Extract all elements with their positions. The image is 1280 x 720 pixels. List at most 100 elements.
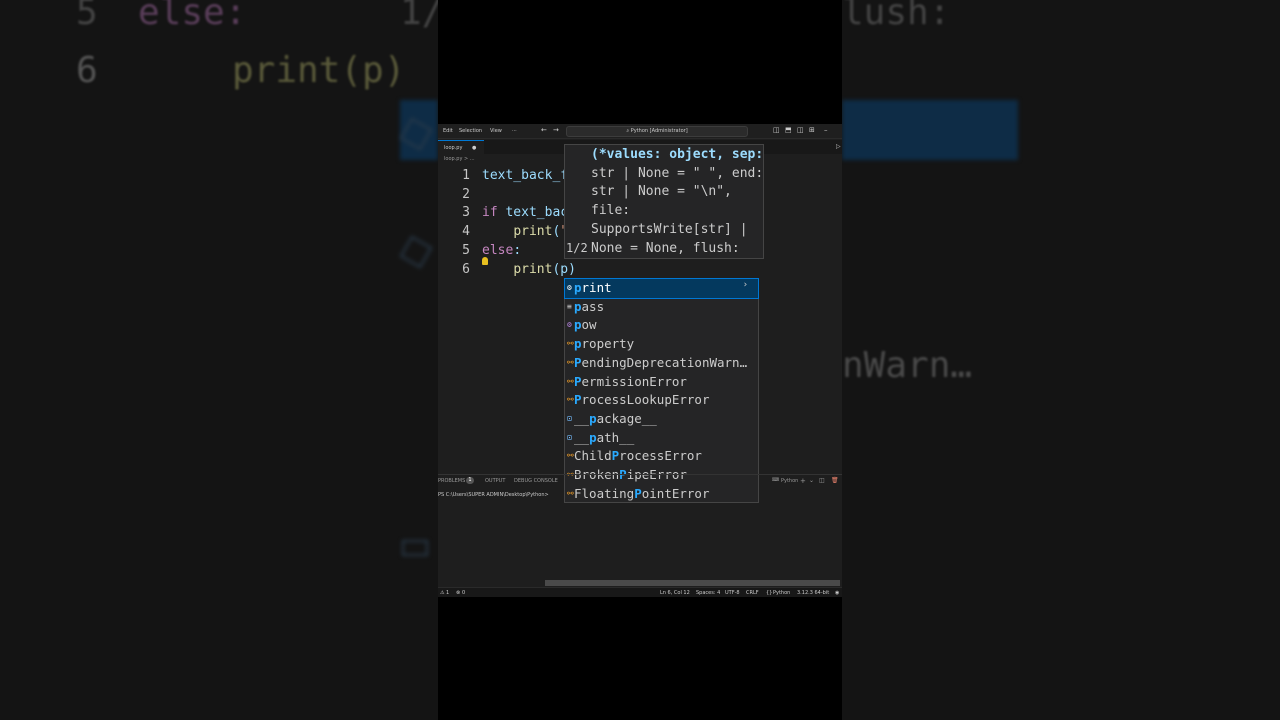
status-bar: ⚠ 1 ⊗ 0 Ln 6, Col 12 Spaces: 4 UTF-8 CRL…: [438, 587, 842, 597]
panel-tab-bar: PROBLEMS 1 OUTPUT DEBUG CONSOLE ⌨ Python…: [438, 474, 842, 487]
bg-print-text: print(p): [232, 50, 406, 91]
signature-line: None = None, flush:: [591, 240, 740, 256]
menu-edit[interactable]: Edit: [443, 128, 453, 134]
suggestion-label: __package__: [574, 410, 657, 426]
minimize-icon[interactable]: –: [824, 126, 828, 134]
line-number: 4: [462, 224, 470, 240]
breadcrumb[interactable]: loop.py > ...: [444, 156, 475, 162]
bg-flush-text: lush:: [842, 0, 951, 33]
signature-line: file:: [591, 203, 631, 219]
toggle-secondary-sidebar-icon[interactable]: ◫: [797, 126, 804, 134]
tab-loop-py[interactable]: loop.py ●: [438, 140, 484, 154]
code-line[interactable]: print(p): [482, 262, 576, 277]
new-terminal-icon[interactable]: +: [800, 477, 806, 485]
trash-icon[interactable]: 🗑: [831, 477, 839, 484]
code-line[interactable]: print(": [482, 224, 568, 239]
braces-icon: {}: [766, 590, 773, 596]
vscode-window: Edit Selection View ··· ← → ⌕ Python [Ad…: [438, 124, 842, 597]
suggestion-item-childprocesserror[interactable]: ⚯ ChildProcessError: [565, 447, 758, 466]
suggestion-item-permissionerror[interactable]: ⚯ PermissionError: [565, 373, 758, 392]
back-arrow-icon[interactable]: ←: [541, 126, 547, 134]
notifications-icon[interactable]: ◉: [835, 590, 839, 596]
warning-icon[interactable]: ⊗: [456, 590, 460, 596]
signature-page-indicator[interactable]: 1/2: [566, 241, 588, 255]
code-line[interactable]: if text_bac: [482, 205, 568, 220]
code-token: (p): [552, 261, 576, 277]
terminal-prompt[interactable]: PS C:\Users\SUPER ADMIN\Desktop\Python>: [438, 492, 549, 498]
match-highlight: P: [574, 373, 582, 389]
background-right: lush: nWarn…: [842, 0, 1280, 720]
suggestion-label: pow: [574, 317, 597, 333]
toggle-panel-icon[interactable]: ⬒: [785, 126, 792, 134]
unsaved-dot-icon[interactable]: ●: [472, 141, 476, 155]
match-highlight: p: [574, 336, 582, 352]
split-terminal-icon[interactable]: ◫: [819, 477, 825, 484]
code-token: text_back_f: [482, 168, 569, 183]
suggestion-item-floatingpointerror[interactable]: ⚯ FloatingPointError: [565, 485, 758, 504]
status-spaces[interactable]: Spaces: 4: [696, 590, 720, 596]
tab-output[interactable]: OUTPUT: [485, 478, 505, 484]
suggestion-item-processlookuperror[interactable]: ⚯ ProcessLookupError: [565, 391, 758, 410]
menu-selection[interactable]: Selection: [459, 128, 482, 134]
suggestion-widget[interactable]: ⚙ print › ≡ pass ⚙ pow ⚯ property ⚯ PendingDepreca…: [564, 278, 759, 503]
status-interpreter[interactable]: 3.12.3 64-bit: [797, 590, 829, 596]
error-icon[interactable]: ⚠: [440, 590, 444, 596]
bg-line-number-5: 5: [76, 0, 98, 33]
bg-variable-icon: [402, 540, 428, 556]
chevron-down-icon[interactable]: ⌄: [809, 477, 814, 484]
terminal-selector[interactable]: Python: [781, 478, 798, 484]
signature-help-popup: (*values: object, sep: str | None = " ", …: [564, 144, 764, 259]
code-token: :: [513, 242, 522, 258]
code-token: else: [482, 242, 514, 258]
run-icon[interactable]: ▷: [836, 143, 841, 150]
line-number: 1: [462, 168, 470, 183]
suggestion-item-pass[interactable]: ≡ pass: [565, 298, 758, 317]
signature-line: str | None = " ", end:: [591, 165, 764, 181]
suggestion-item-print[interactable]: ⚙ print ›: [564, 278, 759, 299]
toggle-sidebar-icon[interactable]: ◫: [773, 126, 780, 134]
suggestion-label: ChildProcessError: [574, 448, 702, 464]
layout-icon[interactable]: ⊞: [809, 126, 815, 134]
suggestion-item-pow[interactable]: ⚙ pow: [565, 316, 758, 335]
suggestion-label: PendingDeprecationWarn…: [574, 354, 748, 370]
status-position[interactable]: Ln 6, Col 12: [660, 590, 690, 596]
menu-view[interactable]: View: [490, 128, 502, 134]
code-line[interactable]: text_back_f: [482, 168, 568, 183]
line-number: 3: [462, 205, 470, 221]
suggestion-label: pass: [574, 298, 605, 314]
code-line[interactable]: else:: [482, 243, 521, 258]
horizontal-scrollbar[interactable]: [545, 580, 840, 586]
match-highlight: P: [574, 354, 582, 370]
bg-cube-icon-2: [399, 235, 433, 269]
lightbulb-icon[interactable]: [482, 257, 488, 265]
status-errors[interactable]: 1: [446, 590, 449, 596]
suggestion-item-pendingdeprecationwarn[interactable]: ⚯ PendingDeprecationWarn…: [565, 354, 758, 373]
menu-more[interactable]: ···: [512, 128, 517, 134]
status-warnings[interactable]: 0: [462, 590, 465, 596]
chevron-right-icon[interactable]: ›: [743, 279, 748, 295]
tab-debug-console[interactable]: DEBUG CONSOLE: [514, 478, 558, 484]
command-center[interactable]: ⌕ Python [Administrator]: [566, 126, 748, 137]
signature-line: str | None = "\n",: [591, 184, 732, 200]
signature-line: (*values: object, sep:: [591, 147, 764, 162]
status-eol[interactable]: CRLF: [746, 590, 759, 596]
line-number: 2: [462, 186, 470, 202]
suggestion-item-path[interactable]: ⊡ __path__: [565, 429, 758, 448]
forward-arrow-icon[interactable]: →: [553, 126, 559, 134]
line-number: 5: [462, 242, 470, 258]
suggestion-item-property[interactable]: ⚯ property: [565, 335, 758, 354]
match-highlight: P: [611, 448, 620, 464]
problems-count-badge: 1: [466, 477, 474, 484]
tab-problems[interactable]: PROBLEMS: [438, 478, 465, 484]
match-highlight: p: [574, 298, 582, 314]
line-number: 6: [462, 261, 470, 277]
status-encoding[interactable]: UTF-8: [725, 590, 740, 596]
background-left: 5 else: 1/ 6 print(p): [0, 0, 438, 720]
suggestion-label: property: [574, 336, 635, 352]
signature-line: SupportsWrite[str] |: [591, 221, 748, 237]
command-center-label: Python [Administrator]: [630, 128, 688, 134]
suggestion-item-package[interactable]: ⊡ __package__: [565, 410, 758, 429]
title-bar: Edit Selection View ··· ← → ⌕ Python [Ad…: [438, 124, 842, 139]
status-language[interactable]: Python: [773, 590, 790, 596]
